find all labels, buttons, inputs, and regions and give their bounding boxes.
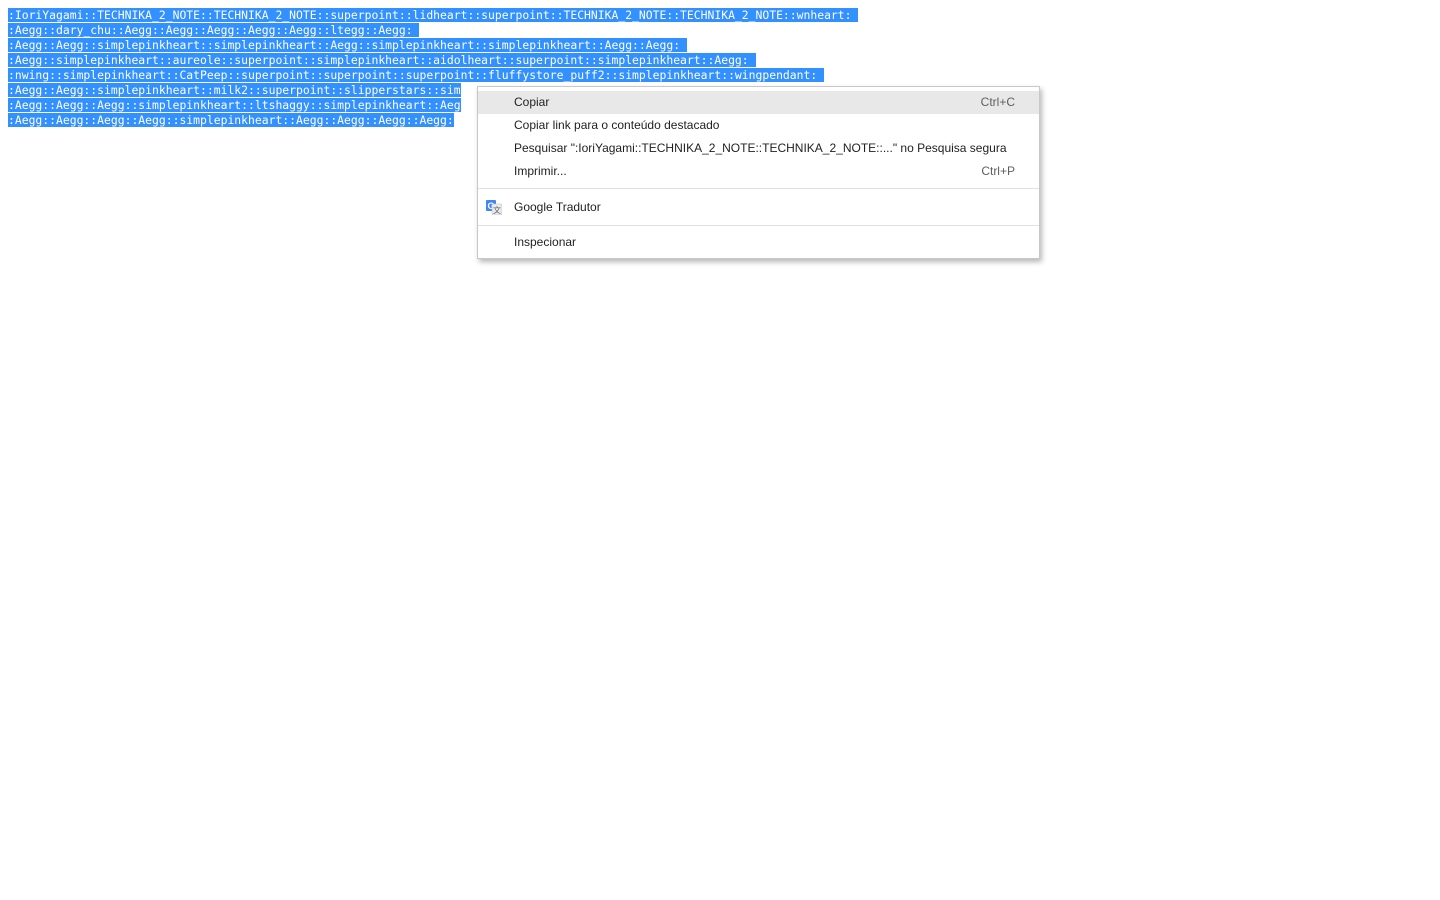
menu-item-label: Imprimir... bbox=[514, 164, 567, 178]
menu-item-label: Copiar bbox=[514, 95, 550, 109]
text-line: :nwing::simplepinkheart::CatPeep::superp… bbox=[8, 68, 825, 82]
menu-item-copy[interactable]: Copiar Ctrl+C bbox=[478, 91, 1039, 114]
menu-item-label: Inspecionar bbox=[514, 235, 577, 249]
menu-separator bbox=[478, 225, 1039, 226]
svg-text:文: 文 bbox=[493, 205, 501, 215]
google-translate-icon: G 文 bbox=[486, 200, 502, 215]
menu-item-print[interactable]: Imprimir... Ctrl+P bbox=[478, 160, 1039, 183]
shortcut-label: Ctrl+P bbox=[981, 164, 1015, 178]
text-line: :Aegg::Aegg::simplepinkheart::simplepink… bbox=[8, 38, 687, 52]
text-line: :IoriYagami::TECHNIKA_2_NOTE::TECHNIKA_2… bbox=[8, 8, 859, 22]
menu-item-inspect[interactable]: Inspecionar bbox=[478, 231, 1039, 254]
menu-separator bbox=[478, 188, 1039, 189]
menu-item-label: Pesquisar ":IoriYagami::TECHNIKA_2_NOTE:… bbox=[514, 141, 1007, 155]
context-menu: Copiar Ctrl+C Copiar link para o conteúd… bbox=[477, 86, 1040, 259]
shortcut-label: Ctrl+C bbox=[980, 95, 1015, 109]
text-line: :Aegg::dary_chu::Aegg::Aegg::Aegg::Aegg:… bbox=[8, 23, 420, 37]
text-line: :Aegg::simplepinkheart::aureole::superpo… bbox=[8, 53, 756, 67]
menu-item-copy-link-to-highlight[interactable]: Copiar link para o conteúdo destacado bbox=[478, 114, 1039, 137]
menu-item-search-selection[interactable]: Pesquisar ":IoriYagami::TECHNIKA_2_NOTE:… bbox=[478, 137, 1039, 160]
menu-item-google-translate[interactable]: G 文 Google Tradutor bbox=[478, 194, 1039, 220]
menu-item-label: Copiar link para o conteúdo destacado bbox=[514, 118, 720, 132]
menu-item-label: Google Tradutor bbox=[514, 200, 601, 214]
